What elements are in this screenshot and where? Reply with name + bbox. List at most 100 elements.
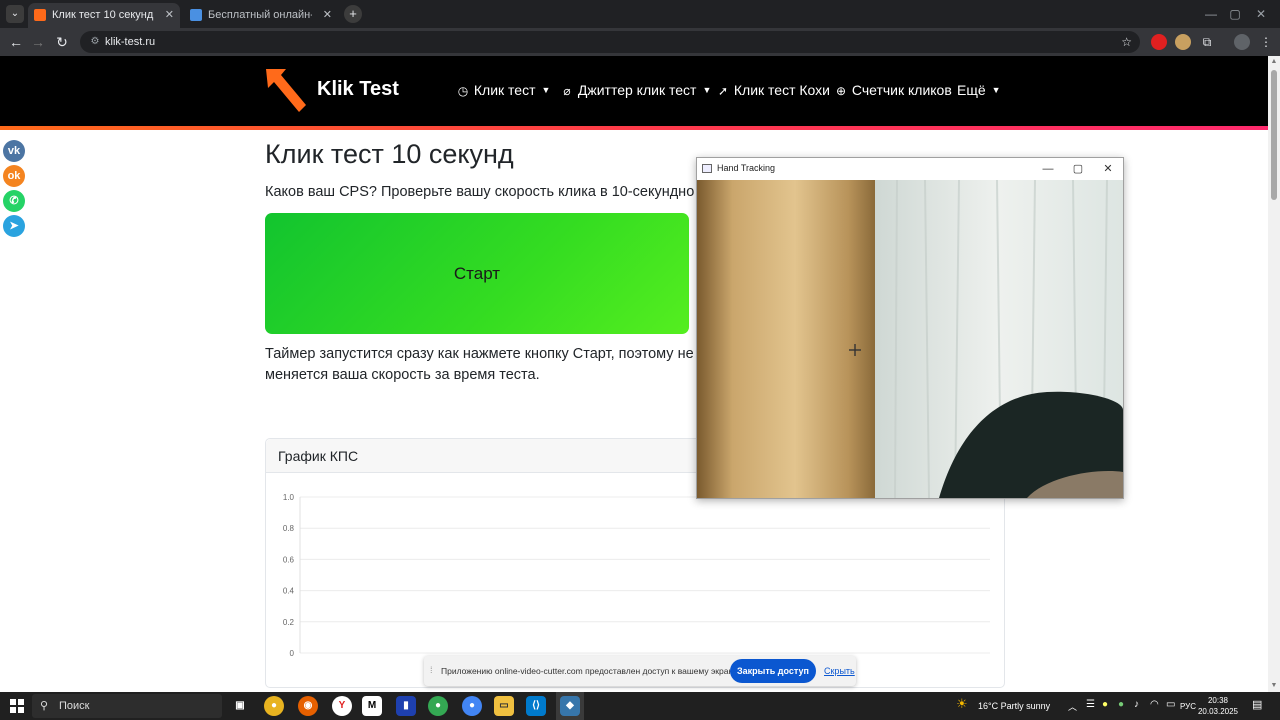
tab-title: Клик тест 10 секунд | Провер	[52, 9, 156, 21]
bookmark-star-icon[interactable]: ☆	[1121, 31, 1132, 53]
task-view-icon[interactable]: ▣	[230, 696, 250, 716]
cursor-icon: ➚	[717, 84, 729, 98]
clock-date: 20.03.2025	[1197, 707, 1239, 716]
forward-icon[interactable]: →	[28, 32, 48, 52]
window-title: Hand Tracking	[717, 163, 776, 173]
taskbar-search[interactable]: ⚲ Поиск	[32, 694, 222, 718]
tray-app-icon[interactable]: ●	[1102, 699, 1108, 710]
close-icon[interactable]: ✕	[323, 3, 332, 28]
tab-video-recorder[interactable]: Бесплатный онлайн-рекор ✕	[184, 3, 338, 28]
extension-icon[interactable]	[1151, 34, 1167, 50]
tab-search-button[interactable]: ⌄	[6, 5, 24, 23]
close-window-icon[interactable]: ✕	[1238, 0, 1280, 28]
page-scrollbar[interactable]: ▲ ▼	[1268, 56, 1280, 692]
info-text: Таймер запустится сразу как нажмете кноп…	[265, 344, 697, 386]
chrome-icon[interactable]: ●	[264, 696, 284, 716]
volume-icon[interactable]: ♪	[1134, 699, 1139, 710]
battery-icon[interactable]: ▭	[1166, 699, 1175, 710]
url-text: klik-test.ru	[105, 36, 156, 48]
site-info-icon[interactable]: ⚙	[88, 35, 102, 49]
weather-text[interactable]: 16°C Partly sunny	[978, 701, 1050, 711]
window-app-icon	[702, 164, 712, 173]
yandex-browser-icon[interactable]: Y	[332, 696, 352, 716]
nav-jitter-click-test[interactable]: ⌀ Джиттер клик тест ▼	[560, 82, 711, 98]
scroll-down-icon[interactable]: ▼	[1268, 680, 1280, 692]
address-bar[interactable]: ⚙ klik-test.ru ☆	[80, 31, 1140, 53]
drag-handle-icon[interactable]: ⁞	[430, 665, 433, 675]
search-icon: ⚲	[40, 700, 49, 712]
language-indicator[interactable]: РУС	[1180, 702, 1196, 711]
chart-app-icon[interactable]: ▮	[396, 696, 416, 716]
nav-click-test[interactable]: ◷ Клик тест ▼	[456, 82, 551, 98]
start-button[interactable]: Старт	[265, 213, 689, 334]
python-app-icon[interactable]: ◆	[560, 696, 580, 716]
browser-toolbar: ← → ↻ ⚙ klik-test.ru ☆ ⧉ ⋮	[0, 28, 1280, 56]
file-explorer-icon[interactable]: ▭	[494, 696, 514, 716]
nav-label: Счетчик кликов	[851, 82, 952, 98]
klik-test-logo-icon[interactable]	[262, 65, 312, 117]
search-label: Поиск	[59, 700, 90, 712]
chevron-down-icon: ▼	[541, 85, 551, 95]
vk-share-icon[interactable]: vk	[3, 140, 25, 162]
nav-label: Ещё	[957, 82, 986, 98]
y-tick-label: 1.0	[283, 493, 295, 502]
mouse-icon: ⌀	[563, 84, 571, 98]
close-icon[interactable]: ✕	[1093, 160, 1123, 178]
nav-more[interactable]: Ещё ▼	[957, 82, 1001, 98]
info-line: Таймер запустится сразу как нажмете кноп…	[265, 346, 697, 362]
reload-icon[interactable]: ↻	[52, 32, 72, 52]
maximize-icon[interactable]: ▢	[1063, 160, 1093, 178]
screen: ⌄ Клик тест 10 секунд | Провер ✕ Бесплат…	[0, 0, 1280, 720]
notification-icon[interactable]: ▤	[1252, 698, 1262, 711]
y-tick-label: 0.8	[283, 524, 295, 533]
recorder-favicon	[190, 9, 202, 21]
hide-link[interactable]: Скрыть	[824, 666, 855, 676]
chevron-up-icon[interactable]: ︿	[1068, 700, 1077, 713]
back-icon[interactable]: ←	[6, 32, 26, 52]
chart-title: График КПС	[278, 448, 359, 464]
tray-app-icon[interactable]: ●	[1118, 699, 1124, 710]
m-app-icon[interactable]: M	[362, 696, 382, 716]
nav-label: Клик тест Кохи	[733, 82, 830, 98]
y-tick-label: 0.2	[283, 618, 295, 627]
scroll-up-icon[interactable]: ▲	[1268, 56, 1280, 68]
telegram-share-icon[interactable]: ➤	[3, 215, 25, 237]
whatsapp-share-icon[interactable]: ✆	[3, 190, 25, 212]
lead-text: Каков ваш CPS? Проверьте вашу скорость к…	[265, 184, 695, 200]
scroll-thumb[interactable]	[1271, 70, 1277, 200]
nav-label: Джиттер клик тест	[577, 82, 697, 98]
network-icon[interactable]: ☰	[1086, 699, 1095, 710]
close-icon[interactable]: ✕	[165, 3, 174, 28]
camera-feed	[697, 180, 1123, 498]
ok-share-icon[interactable]: ok	[3, 165, 25, 187]
windows-start-icon[interactable]	[10, 699, 24, 713]
window-titlebar[interactable]: Hand Tracking — ▢ ✕	[697, 158, 1123, 180]
stop-sharing-button[interactable]: Закрыть доступ	[730, 659, 816, 683]
weather-icon[interactable]: ☀	[956, 696, 968, 712]
menu-dots-icon[interactable]: ⋮	[1258, 34, 1274, 50]
nav-click-counter[interactable]: ⊕ Счетчик кликов	[834, 82, 952, 98]
header-gradient-bar	[0, 126, 1268, 130]
minimize-icon[interactable]: —	[1033, 160, 1063, 178]
new-tab-button[interactable]: +	[344, 5, 362, 23]
vscode-icon[interactable]: ⟨⟩	[526, 696, 546, 716]
y-tick-label: 0.4	[283, 587, 295, 596]
logo-text[interactable]: Klik Test	[317, 78, 399, 101]
hand-tracking-window[interactable]: Hand Tracking — ▢ ✕	[696, 157, 1124, 499]
tab-strip: ⌄ Клик тест 10 секунд | Провер ✕ Бесплат…	[0, 0, 1280, 28]
firefox-icon[interactable]: ◉	[298, 696, 318, 716]
nav-kohi-click-test[interactable]: ➚ Клик тест Кохи	[716, 82, 830, 98]
screen-share-bar: ⁞ Приложению online-video-cutter.com пре…	[424, 656, 856, 686]
profile-avatar[interactable]	[1234, 34, 1250, 50]
clock-time: 20:38	[1207, 696, 1229, 705]
chrome-profile-icon[interactable]: ●	[462, 696, 482, 716]
klik-test-favicon	[34, 9, 46, 21]
wifi-icon[interactable]: ◠	[1150, 699, 1159, 710]
taskbar-clock[interactable]: 20:38 20.03.2025	[1196, 695, 1240, 717]
y-tick-label: 0.6	[283, 555, 295, 564]
extensions-puzzle-icon[interactable]: ⧉	[1199, 34, 1215, 50]
chrome-icon[interactable]: ●	[428, 696, 448, 716]
extension-icon[interactable]	[1175, 34, 1191, 50]
tab-title: Бесплатный онлайн-рекор	[208, 9, 312, 21]
tab-klik-test[interactable]: Клик тест 10 секунд | Провер ✕	[28, 3, 180, 28]
